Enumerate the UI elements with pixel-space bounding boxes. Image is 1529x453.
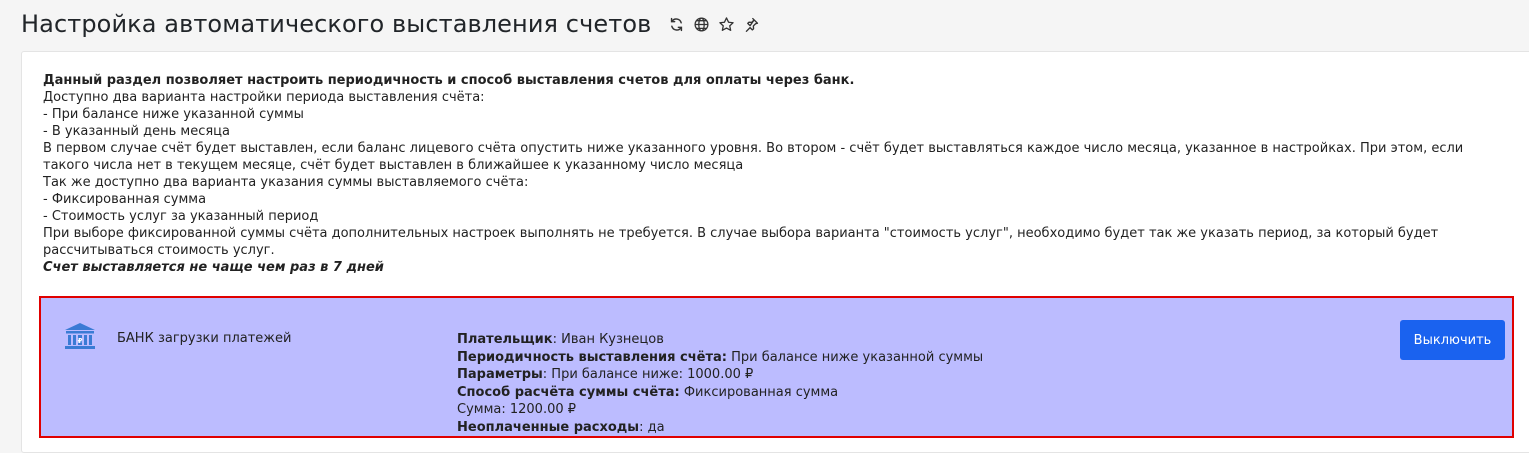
bank-name: БАНК загрузки платежей bbox=[117, 331, 292, 346]
bank-icon: ₽ bbox=[64, 322, 96, 352]
description-sum-option-2: - Стоимость услуг за указанный период bbox=[43, 209, 319, 224]
period-row: Периодичность выставления счёта: При бал… bbox=[457, 349, 983, 367]
method-row: Способ расчёта суммы счёта: Фиксированна… bbox=[457, 384, 983, 402]
unpaid-value: : да bbox=[639, 419, 665, 435]
sum-row: Сумма: 1200.00 ₽ bbox=[457, 402, 577, 417]
params-row: Параметры: При балансе ниже: 1000.00 ₽ bbox=[457, 366, 983, 384]
payer-value: : Иван Кузнецов bbox=[552, 332, 664, 347]
description-sum-explain: При выборе фиксированной суммы счёта доп… bbox=[43, 226, 1439, 258]
payer-label: Плательщик bbox=[457, 332, 553, 347]
description-note: Счет выставляется не чаще чем раз в 7 дн… bbox=[43, 260, 384, 275]
description-sum-option-1: - Фиксированная сумма bbox=[43, 192, 207, 207]
star-icon[interactable] bbox=[717, 15, 735, 33]
method-label: Способ расчёта суммы счёта: bbox=[457, 384, 680, 400]
globe-icon[interactable] bbox=[692, 15, 710, 33]
unpaid-label: Неоплаченные расходы bbox=[457, 419, 640, 435]
bank-details: Плательщик: Иван Кузнецов Периодичность … bbox=[457, 331, 983, 436]
settings-card: Данный раздел позволяет настроить период… bbox=[21, 51, 1529, 453]
page-header: Настройка автоматического выставления сч… bbox=[21, 6, 760, 42]
svg-text:₽: ₽ bbox=[78, 337, 83, 345]
disable-button[interactable]: Выключить bbox=[1400, 320, 1505, 360]
period-label: Периодичность выставления счёта: bbox=[457, 349, 727, 365]
pin-icon[interactable] bbox=[742, 15, 760, 33]
method-value: Фиксированная сумма bbox=[679, 384, 839, 400]
payer-row: Плательщик: Иван Кузнецов bbox=[457, 331, 983, 349]
period-value: При балансе ниже указанной суммы bbox=[726, 349, 984, 365]
bank-settings-panel: ₽ БАНК загрузки платежей Плательщик: Ива… bbox=[39, 296, 1514, 438]
description-period-explain: В первом случае счёт будет выставлен, ес… bbox=[43, 141, 1464, 173]
description-period-header: Доступно два варианта настройки периода … bbox=[43, 90, 485, 105]
params-label: Параметры bbox=[457, 367, 543, 382]
refresh-icon[interactable] bbox=[667, 15, 685, 33]
description-period-option-2: - В указанный день месяца bbox=[43, 124, 230, 139]
description-sum-header: Так же доступно два варианта указания су… bbox=[43, 175, 529, 190]
description-period-option-1: - При балансе ниже указанной суммы bbox=[43, 107, 304, 122]
unpaid-row: Неоплаченные расходы: да bbox=[457, 419, 983, 437]
description-intro: Данный раздел позволяет настроить период… bbox=[43, 73, 855, 88]
title-actions bbox=[667, 15, 760, 33]
description-block: Данный раздел позволяет настроить период… bbox=[43, 72, 1513, 276]
page-title: Настройка автоматического выставления сч… bbox=[21, 10, 652, 38]
params-value: : При балансе ниже: 1000.00 ₽ bbox=[542, 367, 754, 382]
